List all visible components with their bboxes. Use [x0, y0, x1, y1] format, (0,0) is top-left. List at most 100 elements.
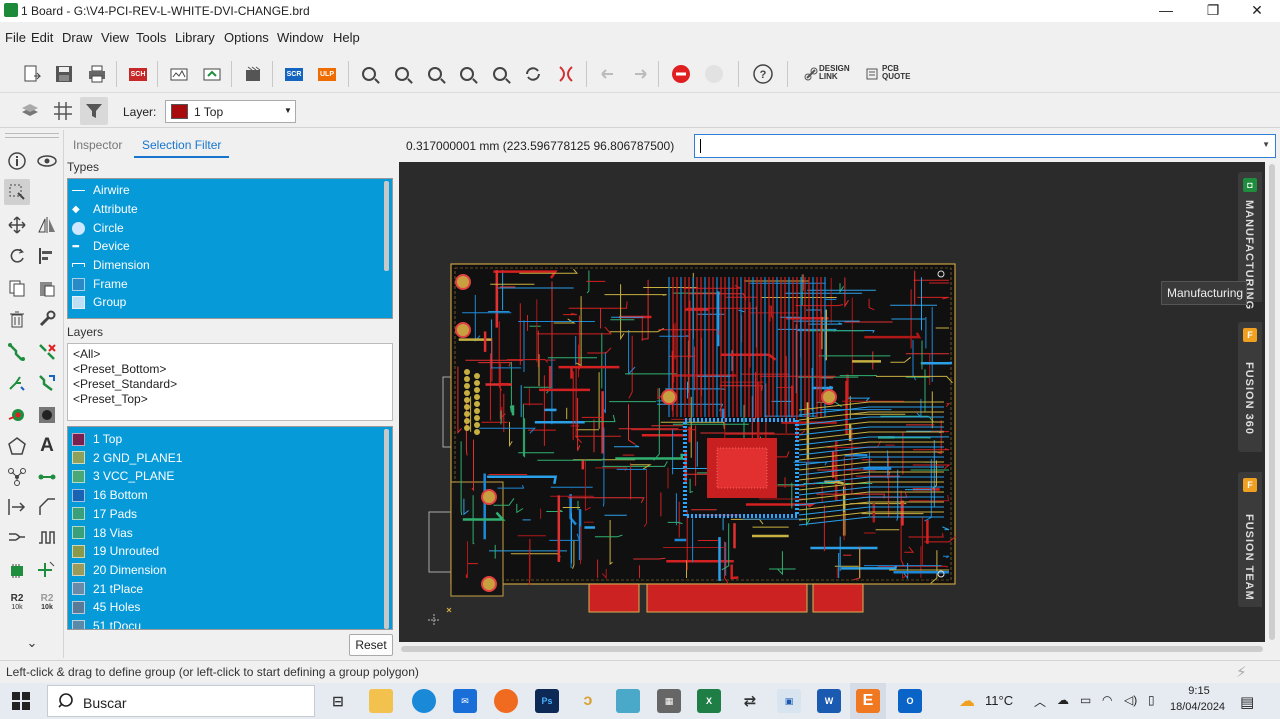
- clock-time[interactable]: 9:15: [1185, 685, 1213, 697]
- list-item[interactable]: <All>: [73, 347, 100, 361]
- board-canvas[interactable]: [399, 162, 1265, 642]
- layer-list-item[interactable]: 16 Bottom: [72, 486, 148, 504]
- print-icon[interactable]: [85, 62, 109, 86]
- volume-icon[interactable]: ◁): [1124, 693, 1137, 707]
- notifications-icon[interactable]: ▤: [1240, 693, 1254, 711]
- list-item[interactable]: <Preset_Bottom>: [73, 362, 166, 376]
- list-item[interactable]: ▪▪▪ Device: [72, 237, 130, 255]
- link-icon[interactable]: [802, 62, 820, 86]
- fanout-icon[interactable]: [4, 370, 30, 396]
- list-item[interactable]: <Preset_Top>: [73, 392, 148, 406]
- eagle-icon[interactable]: E: [856, 689, 880, 713]
- list-item[interactable]: ◆ Attribute: [72, 200, 138, 218]
- cam-icon[interactable]: [167, 62, 191, 86]
- layers-icon[interactable]: [18, 99, 42, 123]
- undo-icon[interactable]: [596, 62, 620, 86]
- app-icon-gold[interactable]: ↄ: [576, 689, 600, 713]
- list-item[interactable]: <Preset_Standard>: [73, 377, 177, 391]
- horizontal-scrollbar[interactable]: [399, 645, 1265, 653]
- signal-icon[interactable]: [4, 464, 30, 490]
- command-input[interactable]: ▼: [694, 134, 1276, 158]
- new-file-icon[interactable]: [20, 62, 44, 86]
- export-icon[interactable]: [200, 62, 224, 86]
- text-icon[interactable]: A: [34, 433, 60, 459]
- clock-date[interactable]: 18/04/2024: [1170, 701, 1225, 713]
- menu-tools[interactable]: Tools: [136, 30, 166, 45]
- fusion-team-tab[interactable]: F FUSION TEAM: [1238, 472, 1262, 607]
- go-icon[interactable]: [702, 62, 726, 86]
- layer-list-item[interactable]: 1 Top: [72, 430, 122, 448]
- value-icon[interactable]: R2 10k: [4, 590, 30, 616]
- outlook-icon[interactable]: O: [898, 689, 922, 713]
- layer-list-item[interactable]: 21 tPlace: [72, 580, 143, 598]
- layer-list-item[interactable]: 2 GND_PLANE1: [72, 449, 182, 467]
- wrench-icon[interactable]: [34, 306, 60, 332]
- stop-icon[interactable]: [669, 62, 693, 86]
- mirror-icon[interactable]: [34, 212, 60, 238]
- eye-icon[interactable]: [34, 148, 60, 174]
- expand-palette-icon[interactable]: ⌄: [19, 630, 45, 656]
- route-icon[interactable]: [4, 339, 30, 365]
- list-item[interactable]: Group: [72, 293, 126, 311]
- split-icon[interactable]: [4, 524, 30, 550]
- add-component-icon[interactable]: [34, 557, 60, 583]
- layer-list-item[interactable]: 51 tDocu: [72, 617, 141, 629]
- list-item[interactable]: Airwire: [72, 181, 130, 199]
- menu-edit[interactable]: Edit: [31, 30, 53, 45]
- layer-list-item[interactable]: 20 Dimension: [72, 561, 166, 579]
- edge-icon[interactable]: [412, 689, 436, 713]
- group-select-icon[interactable]: [4, 179, 30, 205]
- pcb-quote-icon[interactable]: [863, 62, 881, 86]
- wifi-icon[interactable]: ◠: [1102, 693, 1112, 707]
- ripup-icon[interactable]: [34, 339, 60, 365]
- types-list[interactable]: Airwire ◆ Attribute Circle ▪▪▪ Device Dime…: [67, 178, 393, 319]
- board-3d-icon[interactable]: [241, 62, 265, 86]
- design-link-label[interactable]: DESIGN LINK: [819, 65, 850, 81]
- excel-icon[interactable]: X: [697, 689, 721, 713]
- menu-file[interactable]: File: [5, 30, 26, 45]
- task-view-icon[interactable]: ⊟: [326, 689, 350, 713]
- shuffle-icon[interactable]: ⇄: [738, 689, 762, 713]
- refresh-icon[interactable]: [521, 62, 545, 86]
- zoom-in-icon[interactable]: [390, 62, 414, 86]
- word-icon[interactable]: W: [817, 689, 841, 713]
- layer-list-item[interactable]: 3 VCC_PLANE: [72, 467, 174, 485]
- ratsnest-icon[interactable]: [554, 62, 578, 86]
- info-icon[interactable]: [4, 148, 30, 174]
- redo-icon[interactable]: [628, 62, 652, 86]
- zoom-out-icon[interactable]: [423, 62, 447, 86]
- copy-icon[interactable]: [4, 275, 30, 301]
- firefox-icon[interactable]: [494, 689, 518, 713]
- smash-icon[interactable]: R2 10k: [34, 590, 60, 616]
- menu-options[interactable]: Options: [224, 30, 269, 45]
- tab-selection-filter[interactable]: Selection Filter: [134, 134, 230, 158]
- layer-list-item[interactable]: 18 Vias: [72, 524, 133, 542]
- zoom-area-icon[interactable]: [488, 62, 512, 86]
- taskbar-search[interactable]: Buscar: [47, 685, 315, 717]
- minimize-button[interactable]: —: [1143, 0, 1189, 22]
- save-icon[interactable]: [52, 62, 76, 86]
- delete-icon[interactable]: [4, 306, 30, 332]
- windows-start-icon[interactable]: [12, 692, 30, 713]
- close-button[interactable]: ✕: [1234, 0, 1280, 22]
- wire-icon[interactable]: [34, 464, 60, 490]
- grid-icon[interactable]: [51, 99, 75, 123]
- polygon-icon[interactable]: [4, 433, 30, 459]
- chevron-down-icon[interactable]: ▼: [1262, 140, 1270, 149]
- preset-list[interactable]: <All> <Preset_Bottom> <Preset_Standard> …: [67, 343, 393, 421]
- reset-button[interactable]: Reset: [349, 634, 393, 656]
- app-icon-book[interactable]: [616, 689, 640, 713]
- via-icon[interactable]: [4, 402, 30, 428]
- layer-select[interactable]: 1 Top ▼: [165, 100, 296, 123]
- battery-icon[interactable]: ▯: [1148, 693, 1155, 707]
- app-icon-window[interactable]: ▣: [777, 689, 801, 713]
- menu-view[interactable]: View: [101, 30, 129, 45]
- miter-icon[interactable]: [34, 494, 60, 520]
- list-item[interactable]: Frame: [72, 275, 128, 293]
- filter-icon[interactable]: [80, 97, 108, 125]
- menu-help[interactable]: Help: [333, 30, 360, 45]
- layers-scrollbar[interactable]: [384, 429, 389, 629]
- types-scrollbar[interactable]: [384, 181, 389, 271]
- align-icon[interactable]: [34, 243, 60, 269]
- add-part-icon[interactable]: [4, 557, 30, 583]
